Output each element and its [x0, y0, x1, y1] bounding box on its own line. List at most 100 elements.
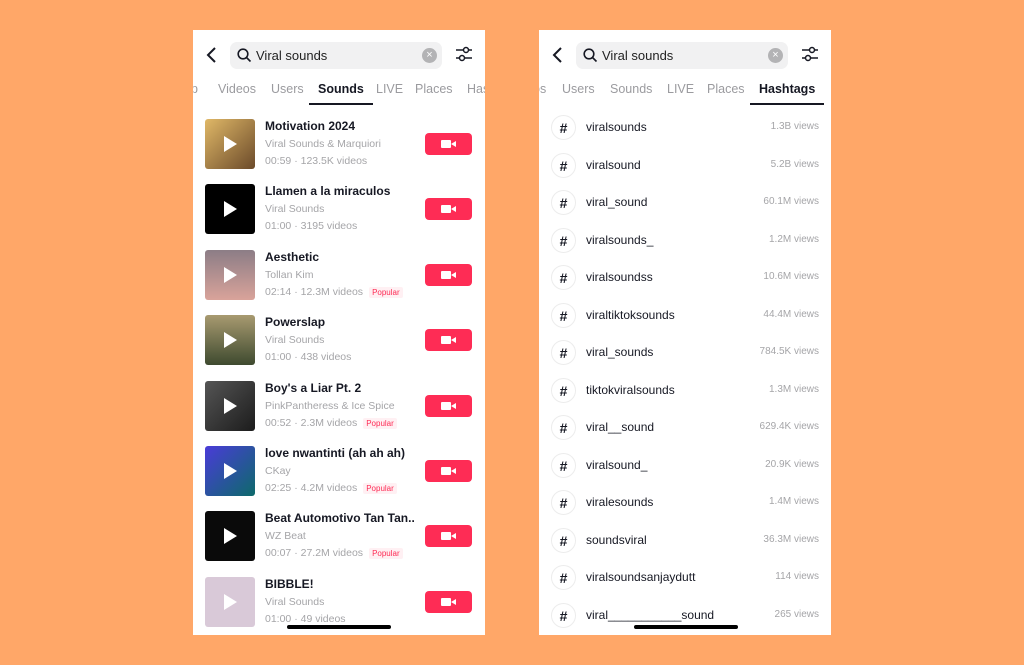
home-indicator: [634, 625, 738, 629]
video-camera-icon: [441, 336, 456, 345]
tab-users[interactable]: Users: [271, 82, 304, 96]
sound-title: BIBBLE!: [265, 576, 314, 591]
sound-duration-count: 02:14 · 12.3M videos: [265, 285, 364, 298]
search-input[interactable]: Viral sounds ×: [230, 42, 442, 69]
back-icon[interactable]: [551, 46, 565, 64]
hashtag-item[interactable]: # viralsoundsanjaydutt 114 views: [551, 562, 819, 592]
sound-cover[interactable]: [205, 119, 255, 169]
tab-places[interactable]: Places: [707, 82, 745, 96]
filter-icon[interactable]: [801, 46, 819, 62]
sound-item[interactable]: Motivation 2024 Viral Sounds & Marquiori…: [205, 119, 473, 171]
video-camera-icon: [441, 270, 456, 279]
sound-item[interactable]: Aesthetic Tollan Kim 02:14 · 12.3M video…: [205, 249, 473, 302]
use-sound-button[interactable]: [425, 460, 472, 482]
hashtag-name: viral_sounds: [586, 345, 654, 359]
sound-title: love nwantinti (ah ah ah): [265, 446, 406, 460]
sound-item[interactable]: love nwantinti (ah ah ah) CKay 02:25 · 4…: [205, 446, 473, 498]
search-tabs: p Videos Users SoundsLIVE Places Has: [193, 80, 485, 105]
clear-icon[interactable]: ×: [422, 48, 437, 63]
hashtag-views: 114 views: [775, 571, 819, 582]
hashtag-item[interactable]: # viral_sounds 784.5K views: [551, 337, 819, 367]
filter-icon[interactable]: [455, 46, 473, 62]
back-icon[interactable]: [205, 46, 219, 64]
use-sound-button[interactable]: [425, 133, 472, 155]
play-icon: [224, 201, 237, 218]
hashtag-item[interactable]: # viralsounds_ 1.2M views: [551, 225, 819, 255]
sound-cover[interactable]: [205, 511, 255, 562]
hashtag-views: 44.4M views: [763, 308, 819, 320]
use-sound-button[interactable]: [425, 263, 472, 286]
use-sound-button[interactable]: [425, 329, 472, 352]
search-input[interactable]: Viral sounds ×: [576, 42, 788, 69]
play-icon: [224, 397, 237, 414]
tab-sounds[interactable]: Sounds: [610, 82, 652, 96]
hashtag-item[interactable]: # viraltiktoksounds 44.4M views: [551, 300, 819, 330]
hashtag-icon: #: [551, 415, 576, 440]
hashtag-item[interactable]: # viral_sound 60.1M views: [551, 187, 819, 217]
hashtag-name: viralsounds: [586, 120, 647, 134]
hashtag-item[interactable]: # soundsviral 36.3M views: [551, 525, 819, 555]
hashtag-item[interactable]: # viralsounds 1.3B views: [551, 112, 819, 142]
hashtag-views: 20.9K views: [765, 458, 819, 470]
tab-sounds[interactable]: Sounds: [309, 82, 373, 105]
sound-meta: 01:00 · 49 videos: [265, 613, 346, 625]
sound-meta: 00:59 · 123.5K videos: [265, 155, 367, 167]
hashtag-item[interactable]: # viralsound_ 20.9K views: [551, 450, 819, 480]
tab-live[interactable]: LIVE: [376, 82, 403, 96]
hashtag-icon: #: [551, 490, 576, 515]
hashtag-icon: #: [551, 340, 576, 365]
sound-artist: PinkPantheress & Ice Spice: [265, 399, 395, 412]
sound-title: Boy's a Liar Pt. 2: [265, 380, 362, 395]
sound-item[interactable]: Powerslap Viral Sounds 01:00 · 438 video…: [205, 315, 473, 367]
tab-videos[interactable]: Videos: [218, 82, 256, 96]
popular-badge: Popular: [369, 548, 403, 560]
tab-hashtags[interactable]: Hashtags: [749, 82, 825, 105]
use-sound-button[interactable]: [425, 198, 472, 221]
hashtag-item[interactable]: # viralesounds 1.4M views: [551, 487, 819, 517]
tab-users[interactable]: Users: [562, 82, 595, 96]
hashtag-views: 1.4M views: [768, 496, 819, 507]
sound-cover[interactable]: [205, 576, 255, 627]
tab-os[interactable]: os: [539, 82, 546, 96]
sound-item[interactable]: Llamen a la miraculos Viral Sounds 01:00…: [205, 184, 473, 236]
sound-artist: Viral Sounds: [265, 203, 325, 216]
sound-cover[interactable]: [205, 380, 255, 431]
hashtag-views: 629.4K views: [759, 421, 819, 432]
hashtag-views: 265 views: [774, 608, 819, 620]
video-camera-icon: [441, 597, 456, 606]
hashtag-icon: #: [551, 190, 576, 215]
use-sound-button[interactable]: [425, 394, 472, 417]
hashtag-icon: #: [551, 602, 576, 628]
clear-icon[interactable]: ×: [768, 48, 783, 63]
sound-duration-count: 01:00 · 3195 videos: [265, 220, 358, 233]
popular-badge: Popular: [363, 483, 397, 494]
sound-item[interactable]: Beat Automotivo Tan Tan... WZ Beat 00:07…: [205, 511, 473, 563]
video-camera-icon: [441, 467, 456, 475]
sound-meta: 00:52 · 2.3M videos Popular: [265, 417, 397, 429]
hashtag-item[interactable]: # viralsoundss 10.6M views: [551, 262, 819, 292]
sound-cover[interactable]: [205, 249, 255, 300]
hashtag-item[interactable]: # tiktokviralsounds 1.3M views: [551, 375, 819, 405]
sound-item[interactable]: Boy's a Liar Pt. 2 PinkPantheress & Ice …: [205, 380, 473, 433]
sound-cover[interactable]: [205, 184, 255, 235]
hashtag-item[interactable]: # viral__sound 629.4K views: [551, 412, 819, 442]
tab-p[interactable]: p: [193, 82, 198, 96]
play-icon: [224, 136, 237, 152]
sound-title: Aesthetic: [265, 249, 320, 264]
use-sound-button[interactable]: [425, 525, 472, 548]
sound-cover[interactable]: [205, 315, 255, 366]
hashtag-name: viralsoundsanjaydutt: [586, 570, 696, 584]
tab-live[interactable]: LIVE: [667, 82, 694, 96]
tab-places[interactable]: Places: [415, 82, 453, 96]
hashtag-name: soundsviral: [586, 532, 647, 547]
use-sound-button[interactable]: [425, 590, 472, 613]
hashtag-item[interactable]: # viralsound 5.2B views: [551, 150, 819, 180]
hashtag-icon: #: [551, 265, 576, 290]
hashtag-name: tiktokviralsounds: [586, 382, 675, 397]
tab-has[interactable]: Has: [467, 82, 485, 96]
search-icon: [237, 48, 252, 63]
sound-duration-count: 01:00 · 49 videos: [265, 612, 346, 625]
hashtag-name: viralesounds: [586, 495, 654, 509]
sound-cover[interactable]: [205, 446, 255, 496]
sound-item[interactable]: BIBBLE! Viral Sounds 01:00 · 49 videos: [205, 576, 473, 629]
